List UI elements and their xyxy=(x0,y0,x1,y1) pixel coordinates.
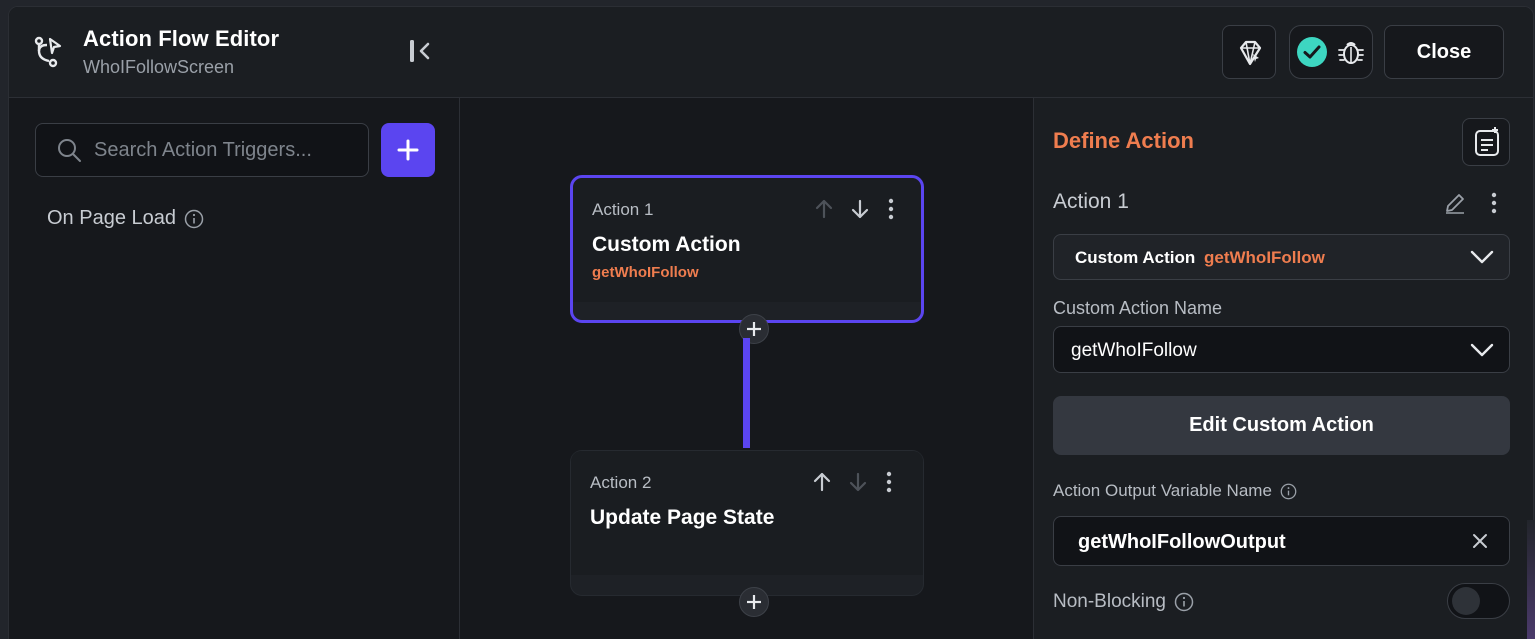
chevron-down-icon xyxy=(1470,343,1494,357)
arrow-down-icon[interactable] xyxy=(847,196,873,222)
plus-icon xyxy=(747,595,761,609)
node-card: Action 2 Update Page State xyxy=(571,451,923,575)
output-variable-field[interactable] xyxy=(1053,516,1510,566)
ai-assist-button[interactable] xyxy=(1222,25,1276,79)
custom-action-name-dropdown[interactable]: getWhoIFollow xyxy=(1053,326,1510,373)
node-action-sub: getWhoIFollow xyxy=(592,264,699,281)
more-vertical-icon[interactable] xyxy=(876,469,902,495)
ai-agent-icon xyxy=(1239,40,1262,66)
search-input[interactable] xyxy=(94,132,354,168)
add-trigger-button[interactable] xyxy=(381,123,435,177)
node-action-name: Update Page State xyxy=(590,506,775,529)
background-edge xyxy=(1527,520,1535,639)
output-variable-label-row: Action Output Variable Name xyxy=(1053,481,1297,501)
info-icon[interactable] xyxy=(1280,483,1297,500)
search-action-triggers[interactable] xyxy=(35,123,369,177)
notes-button[interactable] xyxy=(1462,118,1510,166)
arrow-down-icon[interactable] xyxy=(845,469,871,495)
panel-title: Define Action xyxy=(1053,128,1194,153)
custom-action-name-label: Custom Action Name xyxy=(1053,298,1223,318)
node-label: Action 1 xyxy=(592,200,654,219)
flow-canvas: Action 1 Custom Action getWhoIFollow Act… xyxy=(460,98,1033,639)
trigger-item-on-page-load[interactable]: On Page Load xyxy=(47,207,204,230)
node-action-name: Custom Action xyxy=(592,233,741,256)
screen-name: WhoIFollowScreen xyxy=(83,57,235,77)
info-icon[interactable] xyxy=(184,209,204,229)
action-flow-editor-window: Action Flow Editor WhoIFollowScreen On P… xyxy=(8,6,1534,639)
non-blocking-toggle[interactable] xyxy=(1447,583,1510,619)
non-blocking-label: Non-Blocking xyxy=(1053,591,1166,612)
debug-status-button[interactable] xyxy=(1289,25,1373,79)
more-vertical-icon[interactable] xyxy=(878,196,904,222)
toggle-knob xyxy=(1452,587,1480,615)
action-node-1[interactable]: Action 1 Custom Action getWhoIFollow xyxy=(570,175,924,323)
action-title: Action 1 xyxy=(1053,190,1129,213)
top-toolbar: Close xyxy=(460,7,1533,98)
plus-icon xyxy=(397,139,419,161)
non-blocking-row: Non-Blocking xyxy=(1053,591,1194,613)
info-icon[interactable] xyxy=(1174,592,1194,612)
action-flow-icon xyxy=(34,36,62,68)
add-action-button-2[interactable] xyxy=(739,587,769,617)
action-type-label: Custom Action xyxy=(1075,248,1196,267)
notes-icon xyxy=(1475,127,1499,156)
action-type-dropdown[interactable]: Custom Action getWhoIFollow xyxy=(1053,234,1510,280)
node-card: Action 1 Custom Action getWhoIFollow xyxy=(573,178,921,302)
close-button[interactable]: Close xyxy=(1384,25,1504,79)
custom-action-name-value: getWhoIFollow xyxy=(1071,340,1197,361)
check-circle-icon xyxy=(1297,37,1327,67)
output-variable-label: Action Output Variable Name xyxy=(1053,481,1272,500)
close-icon[interactable] xyxy=(1469,530,1491,552)
more-vertical-icon[interactable] xyxy=(1482,190,1506,216)
action-type-value: getWhoIFollow xyxy=(1204,248,1325,267)
output-variable-input[interactable] xyxy=(1078,527,1448,557)
edit-custom-action-button[interactable]: Edit Custom Action xyxy=(1053,396,1510,455)
arrow-up-icon[interactable] xyxy=(811,196,837,222)
left-header: Action Flow Editor WhoIFollowScreen xyxy=(9,7,460,98)
search-icon xyxy=(58,139,81,162)
page-title: Action Flow Editor xyxy=(83,26,280,51)
edit-pencil-icon[interactable] xyxy=(1442,190,1468,216)
arrow-up-icon[interactable] xyxy=(809,469,835,495)
flow-connector xyxy=(743,338,750,448)
left-panel: Action Flow Editor WhoIFollowScreen On P… xyxy=(9,7,460,639)
chevron-down-icon xyxy=(1470,250,1494,264)
bug-icon xyxy=(1338,42,1364,64)
trigger-label: On Page Load xyxy=(47,207,176,229)
collapse-panel-icon[interactable] xyxy=(407,37,435,65)
action-node-2[interactable]: Action 2 Update Page State xyxy=(570,450,924,596)
node-label: Action 2 xyxy=(590,473,652,492)
define-action-panel: Define Action Action 1 Custom Action get… xyxy=(1033,98,1533,639)
